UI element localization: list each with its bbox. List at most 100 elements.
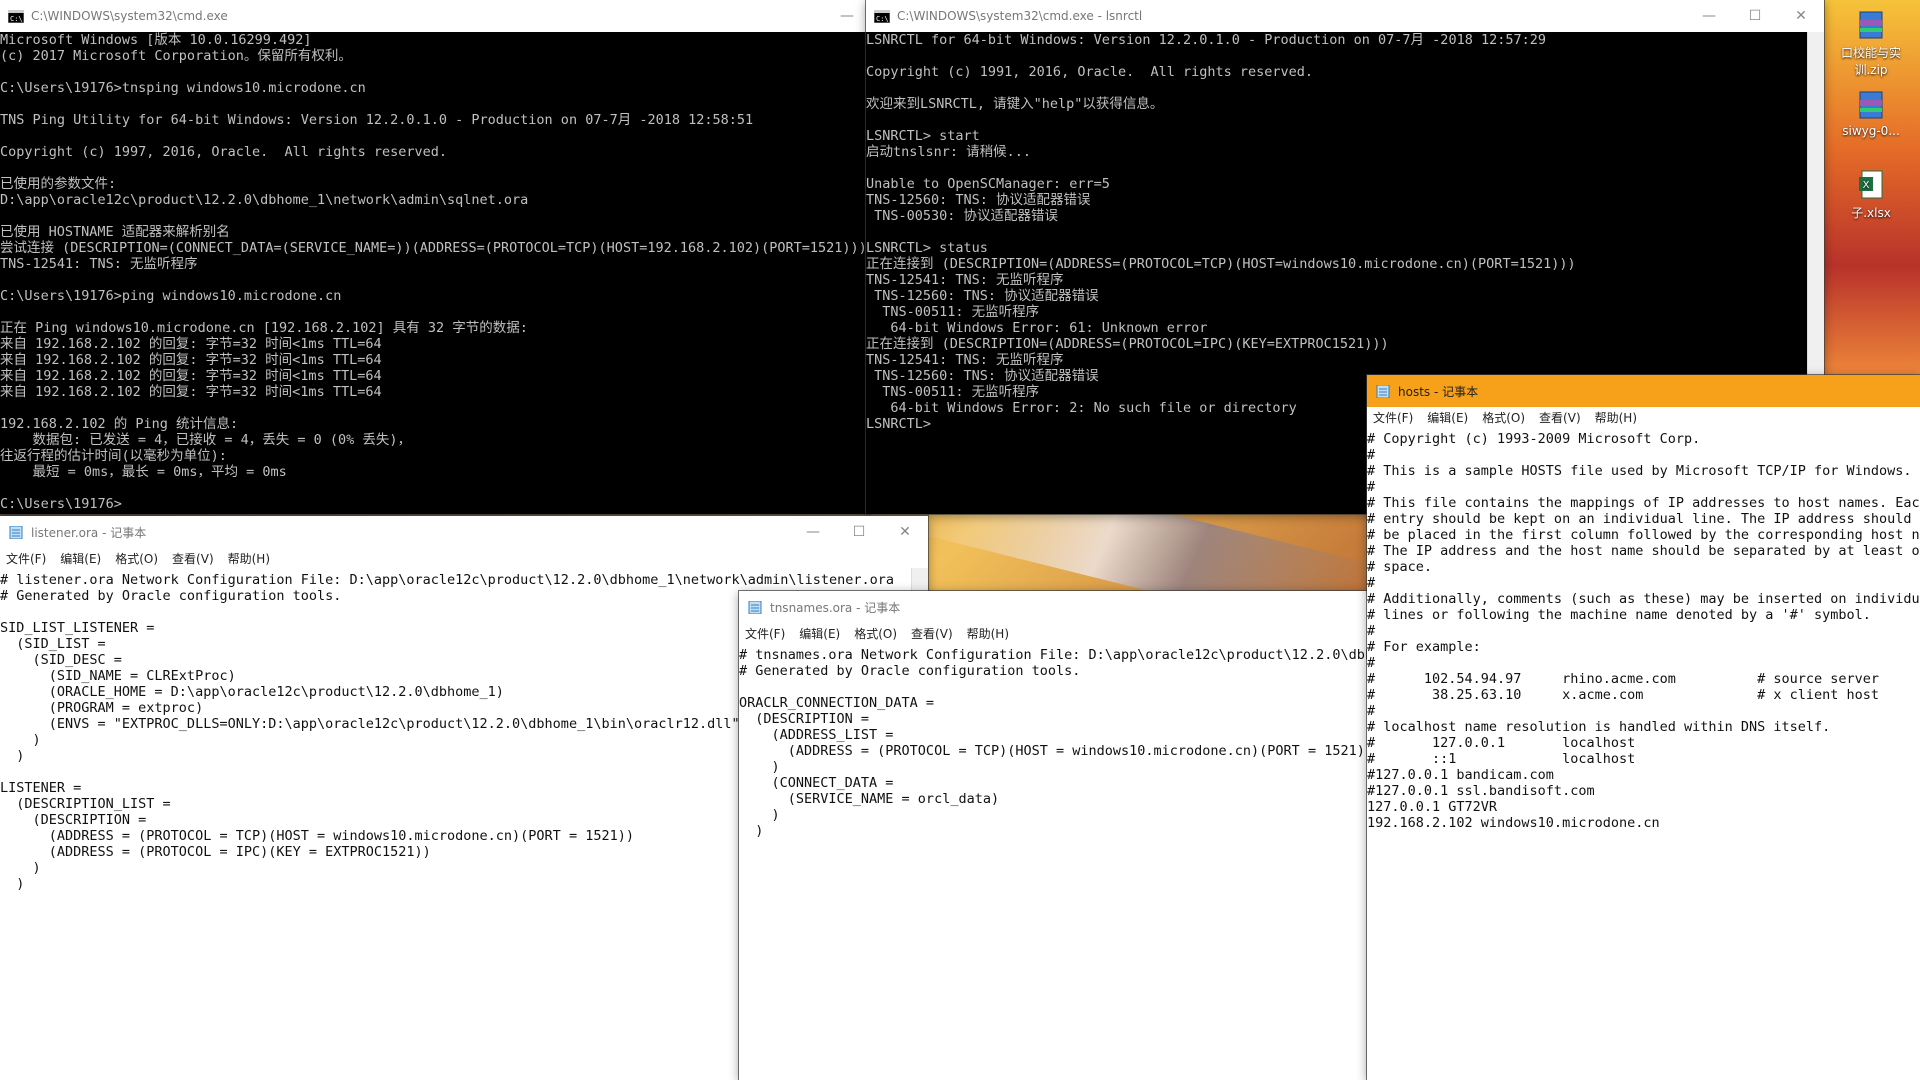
text-editor[interactable]: # Copyright (c) 1993-2009 Microsoft Corp… [1367, 427, 1920, 1080]
text-line: # be placed in the first column followed… [1367, 527, 1920, 543]
title-bar[interactable]: C:\ C:\WINDOWS\system32\cmd.exe — [0, 0, 870, 32]
title-bar[interactable]: C:\ C:\WINDOWS\system32\cmd.exe - lsnrct… [866, 0, 1824, 32]
text-line: #127.0.0.1 bandicam.com [1367, 767, 1554, 783]
text-line: 来自 192.168.2.102 的回复: 字节=32 时间<1ms TTL=6… [0, 384, 382, 400]
text-line: # This is a sample HOSTS file used by Mi… [1367, 463, 1912, 479]
desktop-icon-label: 子.xlsx [1851, 206, 1891, 220]
cmd-icon: C:\ [874, 9, 890, 23]
text-line: 正在连接到 (DESCRIPTION=(ADDRESS=(PROTOCOL=IP… [866, 336, 1389, 352]
menu-help[interactable]: 帮助(H) [228, 550, 270, 567]
menu-format[interactable]: 格式(O) [1482, 409, 1525, 426]
menu-help[interactable]: 帮助(H) [1595, 409, 1637, 426]
text-line: LSNRCTL> start [866, 128, 980, 144]
text-line [866, 48, 1824, 64]
menu-edit[interactable]: 编辑(E) [1427, 409, 1468, 426]
menu-edit[interactable]: 编辑(E) [60, 550, 101, 567]
text-line: TNS-12560: TNS: 协议适配器错误 [866, 288, 1099, 304]
text-line: 欢迎来到LSNRCTL, 请键入"help"以获得信息。 [866, 96, 1164, 112]
window-title: C:\WINDOWS\system32\cmd.exe - lsnrctl [897, 9, 1143, 23]
text-line [739, 679, 1369, 695]
menu-view[interactable]: 查看(V) [911, 625, 953, 642]
text-line: ) [739, 823, 764, 839]
text-line [0, 480, 870, 496]
menu-file[interactable]: 文件(F) [6, 550, 46, 567]
text-line: # This file contains the mappings of IP … [1367, 495, 1920, 511]
text-line: TNS-12541: TNS: 无监听程序 [866, 272, 1064, 288]
text-line: 64-bit Windows Error: 61: Unknown error [866, 320, 1208, 336]
console-output[interactable]: Microsoft Windows [版本 10.0.16299.492] (c)… [0, 32, 870, 514]
text-line: #127.0.0.1 ssl.bandisoft.com [1367, 783, 1595, 799]
cmd-window-tnsping[interactable]: C:\ C:\WINDOWS\system32\cmd.exe — Micros… [0, 0, 870, 514]
menu-bar: 文件(F) 编辑(E) 格式(O) 查看(V) 帮助(H) [0, 548, 928, 568]
text-line: C:\Users\19176> [0, 496, 122, 512]
menu-edit[interactable]: 编辑(E) [799, 625, 840, 642]
desktop-icon-xlsx[interactable]: X 子.xlsx [1836, 168, 1906, 221]
window-title: tnsnames.ora - 记事本 [770, 600, 901, 615]
text-line: ) [739, 759, 780, 775]
menu-format[interactable]: 格式(O) [115, 550, 158, 567]
text-line: # [1367, 575, 1376, 591]
text-line: (ADDRESS_LIST = [739, 727, 894, 743]
minimize-button[interactable]: — [1686, 0, 1732, 32]
notepad-window-hosts[interactable]: hosts - 记事本 文件(F) 编辑(E) 格式(O) 查看(V) 帮助(H… [1367, 375, 1920, 1080]
text-line [0, 96, 870, 112]
text-line [0, 400, 870, 416]
text-editor[interactable]: # tnsnames.ora Network Configuration Fil… [739, 643, 1369, 1080]
text-line: ) [739, 807, 780, 823]
text-line: # Generated by Oracle configuration tool… [739, 663, 1081, 679]
text-line: 数据包: 已发送 = 4，已接收 = 4，丢失 = 0 (0% 丢失)， [0, 432, 412, 448]
svg-text:C:\: C:\ [876, 15, 889, 23]
text-line: # [1367, 447, 1376, 463]
svg-text:X: X [1863, 180, 1870, 191]
maximize-button[interactable]: ☐ [836, 516, 882, 548]
text-line: # 38.25.63.10 x.acme.com # x client host [1367, 687, 1880, 703]
close-button[interactable]: ✕ [882, 516, 928, 548]
text-line: 尝试连接 (DESCRIPTION=(CONNECT_DATA=(SERVICE… [0, 240, 867, 256]
text-line [0, 128, 870, 144]
title-bar[interactable]: hosts - 记事本 [1367, 375, 1920, 407]
menu-view[interactable]: 查看(V) [1539, 409, 1581, 426]
desktop-icon-label: siwyg-0... [1842, 124, 1900, 138]
text-line: # For example: [1367, 639, 1481, 655]
text-line: # Additionally, comments (such as these)… [1367, 591, 1920, 607]
excel-file-icon: X [1859, 170, 1883, 199]
title-bar[interactable]: listener.ora - 记事本 — ☐ ✕ [0, 516, 928, 548]
text-line: 启动tnslsnr: 请稍候... [866, 144, 1032, 160]
menu-format[interactable]: 格式(O) [854, 625, 897, 642]
text-line: LSNRCTL> status [866, 240, 988, 256]
text-line: 正在连接到 (DESCRIPTION=(ADDRESS=(PROTOCOL=TC… [866, 256, 1576, 272]
text-line: # The IP address and the host name shoul… [1367, 543, 1920, 559]
text-line: (c) 2017 Microsoft Corporation。保留所有权利。 [0, 48, 352, 64]
text-line: 已使用的参数文件: [0, 176, 117, 192]
text-line [0, 304, 870, 320]
maximize-button[interactable]: ☐ [1732, 0, 1778, 32]
window-title: listener.ora - 记事本 [31, 525, 147, 540]
menu-file[interactable]: 文件(F) [1373, 409, 1413, 426]
menu-help[interactable]: 帮助(H) [967, 625, 1009, 642]
close-button[interactable]: ✕ [1778, 0, 1824, 32]
text-line: # space. [1367, 559, 1433, 575]
notepad-window-tnsnames[interactable]: tnsnames.ora - 记事本 文件(F) 编辑(E) 格式(O) 查看(… [739, 591, 1369, 1080]
title-bar[interactable]: tnsnames.ora - 记事本 [739, 591, 1369, 623]
text-line [0, 160, 870, 176]
text-line: 来自 192.168.2.102 的回复: 字节=32 时间<1ms TTL=6… [0, 352, 382, 368]
text-line [0, 208, 870, 224]
minimize-button[interactable]: — [824, 0, 870, 32]
text-line: LSNRCTL for 64-bit Windows: Version 12.2… [866, 32, 1546, 48]
text-line: # localhost name resolution is handled w… [1367, 719, 1831, 735]
text-line [866, 80, 1824, 96]
text-line: ORACLR_CONNECTION_DATA = [739, 695, 935, 711]
text-line: # Copyright (c) 1993-2009 Microsoft Corp… [1367, 431, 1701, 447]
text-line: # [1367, 703, 1376, 719]
text-line [866, 224, 1824, 240]
menu-file[interactable]: 文件(F) [745, 625, 785, 642]
minimize-button[interactable]: — [790, 516, 836, 548]
text-line: C:\Users\19176>ping windows10.microdone.… [0, 288, 342, 304]
window-title: C:\WINDOWS\system32\cmd.exe [31, 9, 228, 23]
desktop-icon-zip-2[interactable]: siwyg-0... [1836, 88, 1906, 138]
menu-bar: 文件(F) 编辑(E) 格式(O) 查看(V) 帮助(H) [739, 623, 1369, 643]
desktop-icon-zip-1[interactable]: 口校能与实训.zip [1836, 8, 1906, 78]
text-line: Microsoft Windows [版本 10.0.16299.492] [0, 32, 312, 48]
menu-view[interactable]: 查看(V) [172, 550, 214, 567]
notepad-icon [9, 525, 23, 539]
